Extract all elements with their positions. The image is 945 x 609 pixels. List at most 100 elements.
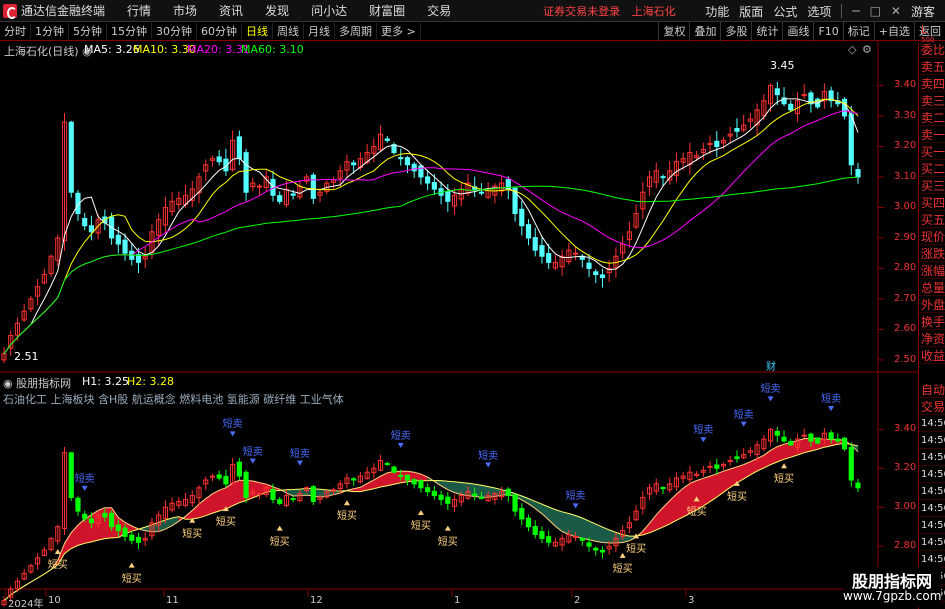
settings-gear-icon[interactable]: ◉ [3, 377, 13, 390]
period-multi[interactable]: 多周期 [335, 23, 377, 39]
indicator-candle-body [525, 517, 532, 528]
period-60min[interactable]: 60分钟 [197, 23, 242, 39]
kline-chart[interactable] [0, 41, 918, 609]
period-more[interactable]: 更多 > [377, 23, 421, 39]
indicator-candle-body [835, 438, 841, 442]
indicator-candle-body [841, 437, 848, 450]
menu-item-news[interactable]: 资讯 [219, 2, 243, 19]
sidebar-item[interactable]: 卖四 [919, 77, 945, 92]
sidebar-item[interactable]: 净资 [919, 332, 945, 347]
candle-body [774, 88, 780, 96]
candle-body [848, 113, 854, 166]
sidebar-item-trade[interactable]: 自动 [919, 383, 945, 398]
stats-button[interactable]: 统计 [751, 22, 782, 41]
signal-buy-marker [444, 525, 451, 531]
mark-button[interactable]: 标记 [842, 22, 874, 41]
period-15min[interactable]: 15分钟 [107, 23, 152, 39]
draw-line-button[interactable]: 画线 [782, 22, 813, 41]
sidebar-item[interactable]: 委比 [919, 43, 945, 58]
chart-area[interactable]: 上海石化(日线) ◉ MA5: 3.26 MA10: 3.30 MA20: 3.… [0, 41, 945, 609]
candle-body [310, 174, 316, 199]
menu-item-trade[interactable]: 交易 [427, 2, 451, 19]
price-tick-label: 3.40 [894, 79, 917, 91]
period-intraday[interactable]: 分时 [0, 23, 31, 39]
sidebar-item[interactable]: 买四 [919, 196, 945, 211]
sidebar-item[interactable]: 现价 [919, 230, 945, 245]
indicator-candle-body [438, 494, 444, 500]
sidebar-item[interactable]: 买五 [919, 213, 945, 228]
sidebar-item[interactable]: 外盘 [919, 298, 945, 313]
sidebar-item[interactable]: 总量 [919, 281, 945, 296]
settings-gear-icon[interactable]: ⚙ [862, 43, 872, 56]
add-watchlist-button[interactable]: +自选 [873, 22, 914, 41]
indicator-candle-body [82, 513, 88, 520]
guest-button[interactable]: 游客 [911, 3, 935, 20]
sidebar-item[interactable]: 换手 [919, 315, 945, 330]
price-tick-label: 2.90 [894, 231, 917, 243]
menu-item-wealth[interactable]: 财富圈 [369, 2, 405, 19]
period-5min[interactable]: 5分钟 [69, 23, 107, 39]
indicator-candle-body [707, 465, 713, 468]
sidebar-item[interactable]: 涨跌 [919, 247, 945, 262]
period-30min[interactable]: 30分钟 [152, 23, 197, 39]
maximize-icon[interactable]: □ [870, 4, 881, 18]
indicator-band-segment [582, 517, 590, 541]
sidebar-item[interactable]: 卖二 [919, 111, 945, 126]
overlay-button[interactable]: 叠加 [689, 22, 720, 41]
f10-button[interactable]: F10 [813, 22, 842, 41]
price-tick-label: 2.70 [894, 292, 917, 304]
financial-marker[interactable]: 财 [766, 358, 776, 373]
period-1min[interactable]: 1分钟 [31, 23, 69, 39]
watermark-url: www.7gpzb.com [843, 589, 942, 603]
indicator-candle-body [418, 480, 424, 489]
sidebar-item[interactable]: 买二 [919, 162, 945, 177]
menu-layout[interactable]: 版面 [739, 3, 763, 20]
indicator-title-text: 股朋指标网 [16, 377, 72, 390]
candles [1, 81, 861, 363]
indicator-candle-body [391, 466, 397, 473]
minimize-icon[interactable]: ─ [852, 4, 859, 18]
sidebar-item[interactable]: 卖五 [919, 60, 945, 75]
sidebar-time: 14:56 [919, 553, 945, 568]
x-axis-label: 12 [310, 595, 323, 606]
sidebar-item[interactable]: 卖一 [919, 128, 945, 143]
close-icon[interactable]: ✕ [891, 4, 901, 18]
concept-tags[interactable]: 石油化工 上海板块 含H股 航运概念 燃料电池 氢能源 碳纤维 工业气体 [3, 391, 344, 407]
period-weekly[interactable]: 周线 [273, 23, 304, 39]
sidebar-item[interactable]: 买一 [919, 145, 945, 160]
candle-body [660, 176, 666, 179]
menu-options[interactable]: 选项 [807, 3, 831, 20]
signal-sell-marker [249, 458, 256, 464]
period-monthly[interactable]: 月线 [304, 23, 335, 39]
signal-sell-marker [229, 431, 236, 437]
signal-sell-marker [397, 443, 404, 449]
indicator-candle-body [135, 536, 142, 543]
candle-body [122, 239, 128, 254]
menu-item-quotes[interactable]: 行情 [127, 2, 151, 19]
indicator-tick-label: 2.80 [894, 540, 917, 552]
menu-function[interactable]: 功能 [705, 3, 729, 20]
candle-body [398, 157, 404, 160]
candle-body [788, 103, 794, 111]
sidebar-item[interactable]: 卖三 [919, 94, 945, 109]
multi-stock-button[interactable]: 多股 [720, 22, 751, 41]
settings-diamond-icon[interactable]: ◇ [848, 43, 856, 56]
adjust-button[interactable]: 复权 [658, 22, 689, 41]
indicator-candle-body [472, 493, 478, 497]
sidebar-item[interactable]: 收益 [919, 349, 945, 364]
candle-body [478, 191, 485, 194]
sidebar-item-trade[interactable]: 交易 [919, 400, 945, 415]
indicator-candle-body [788, 440, 794, 446]
menu-formula[interactable]: 公式 [773, 3, 797, 20]
sidebar-time: 14:56 [919, 519, 945, 534]
sidebar-item[interactable]: 涨幅 [919, 264, 945, 279]
indicator-candle-body [109, 512, 115, 528]
period-daily[interactable]: 日线 [242, 23, 273, 39]
sidebar-item[interactable]: 买三 [919, 179, 945, 194]
menu-item-ask[interactable]: 问小达 [311, 2, 347, 19]
indicator-band-segment [568, 513, 576, 538]
indicator-band-segment [387, 471, 395, 487]
menu-item-market[interactable]: 市场 [173, 2, 197, 19]
menu-item-discover[interactable]: 发现 [265, 2, 289, 19]
candle-body [532, 237, 538, 251]
